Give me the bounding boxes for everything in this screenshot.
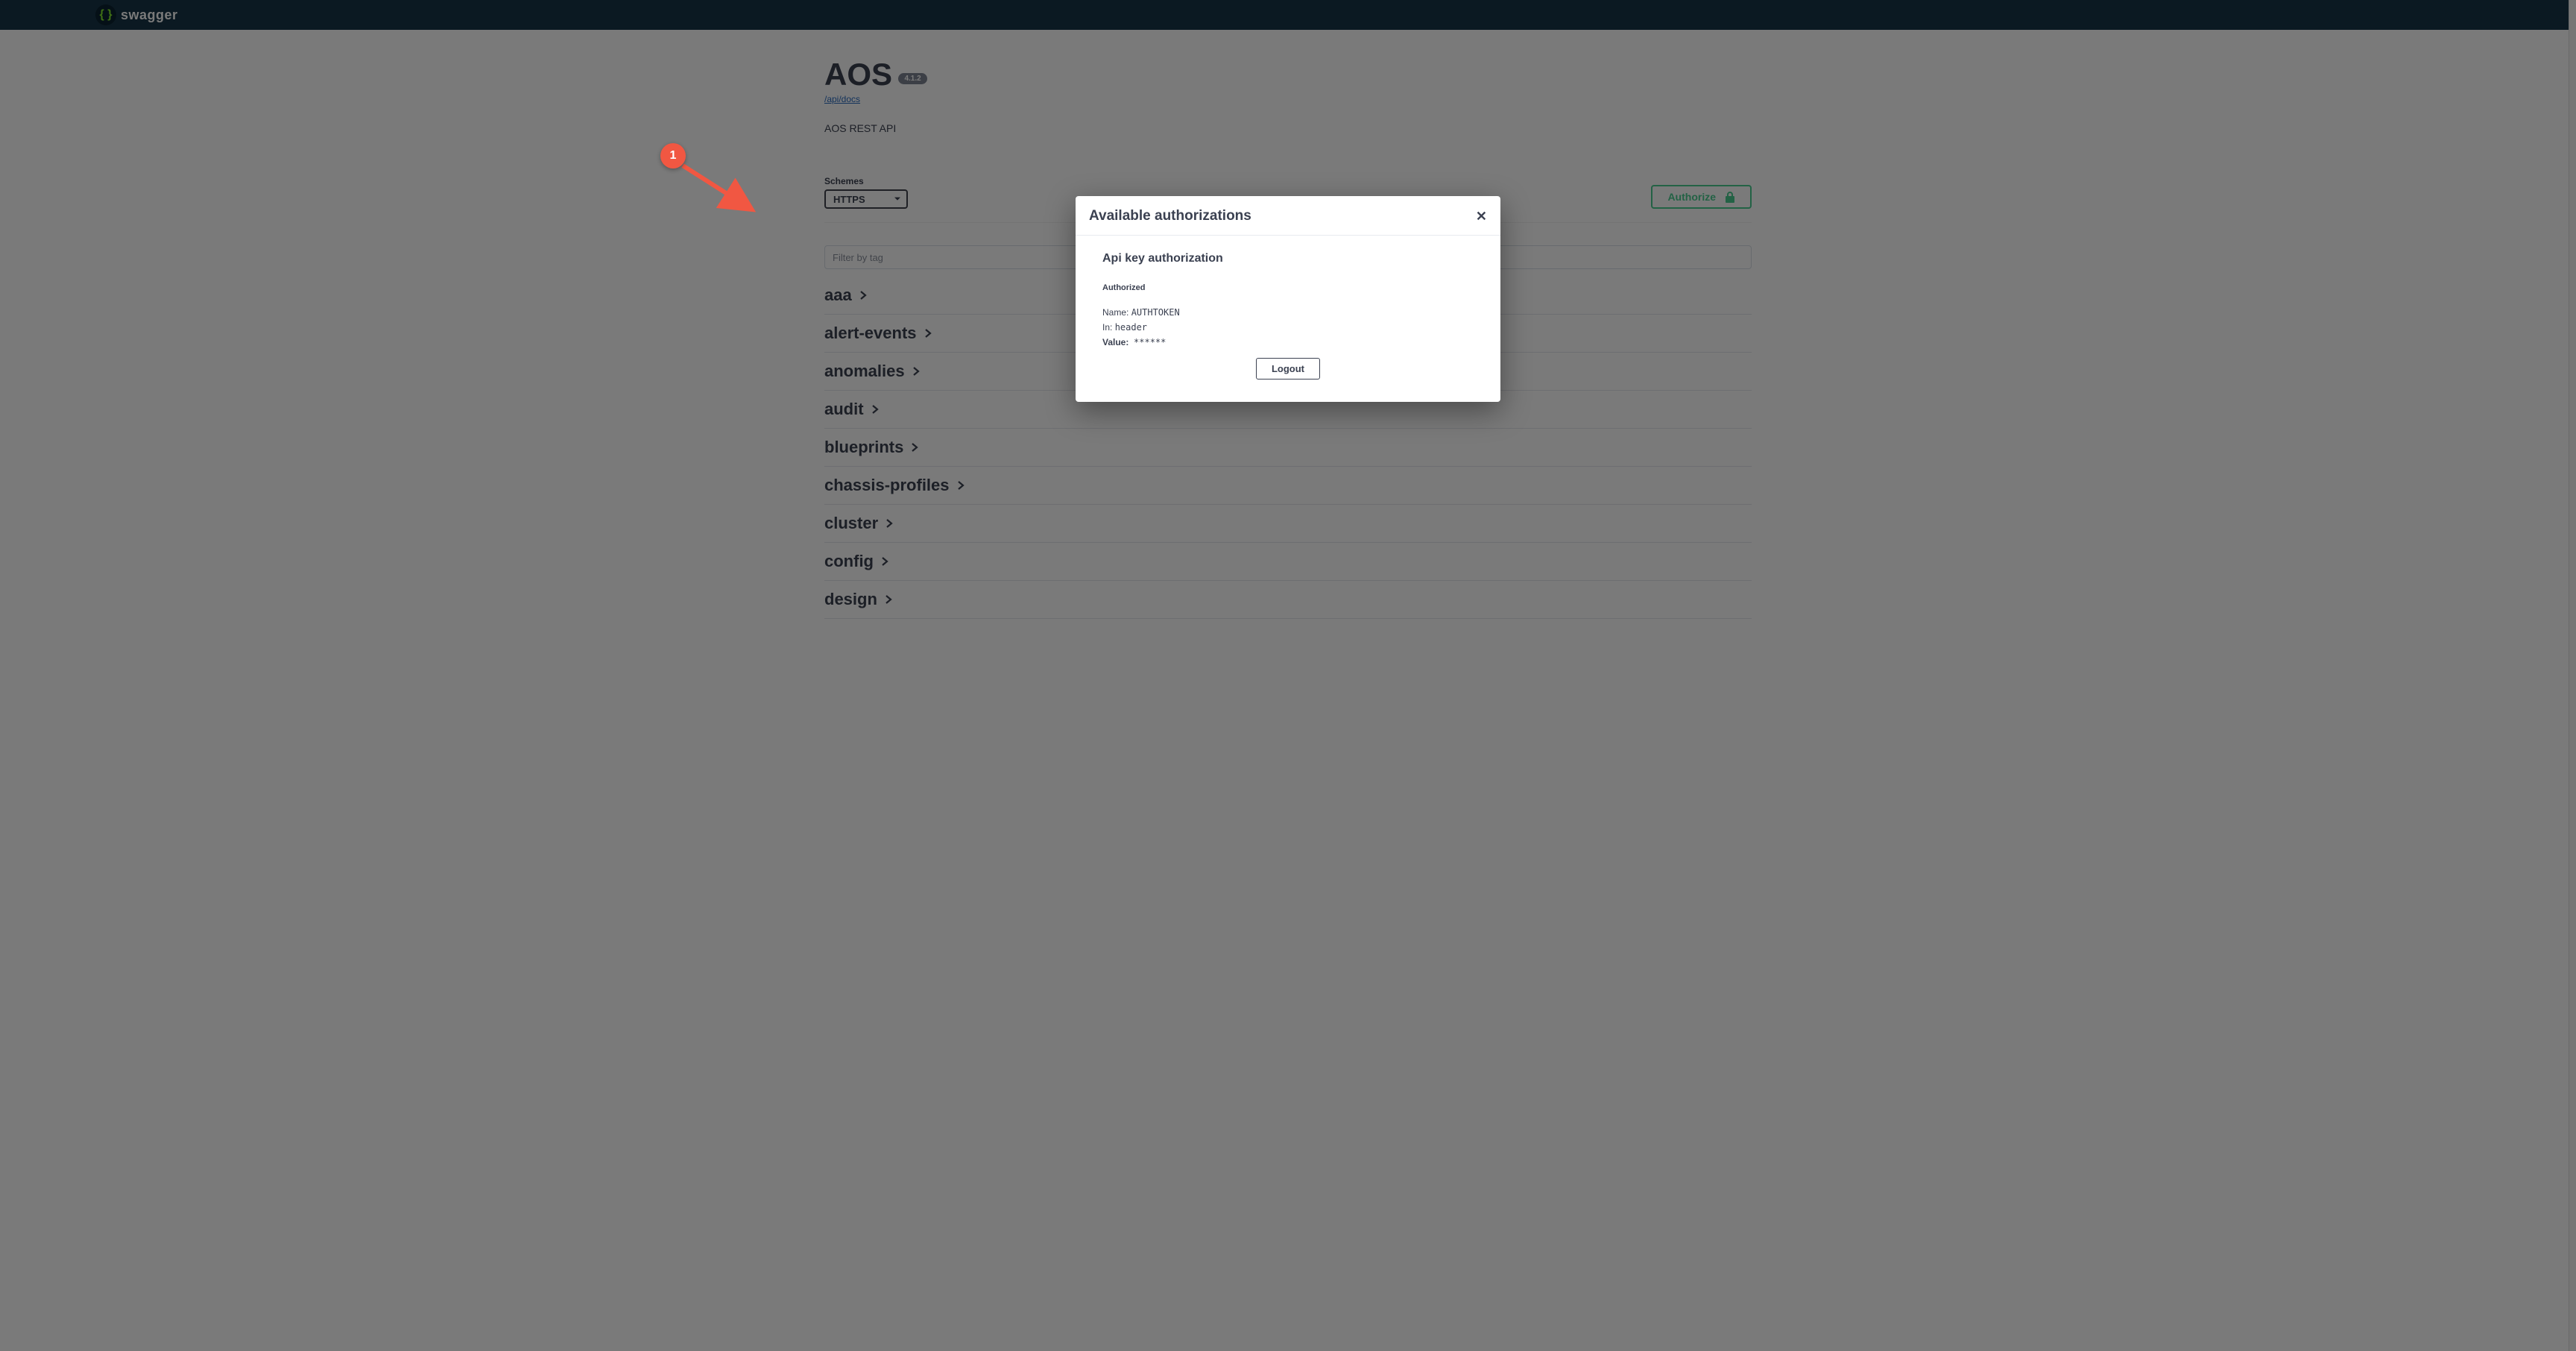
close-icon[interactable]: ✕: [1476, 210, 1487, 223]
auth-heading: Api key authorization: [1102, 252, 1474, 265]
logout-button[interactable]: Logout: [1256, 358, 1320, 380]
auth-in-row: In: header: [1102, 322, 1474, 333]
auth-status: Authorized: [1102, 283, 1474, 292]
authorizations-modal: Available authorizations ✕ Api key autho…: [1076, 196, 1500, 402]
auth-value-row: Value: ******: [1102, 337, 1474, 347]
modal-title: Available authorizations: [1089, 208, 1251, 224]
auth-name-row: Name: AUTHTOKEN: [1102, 307, 1474, 318]
